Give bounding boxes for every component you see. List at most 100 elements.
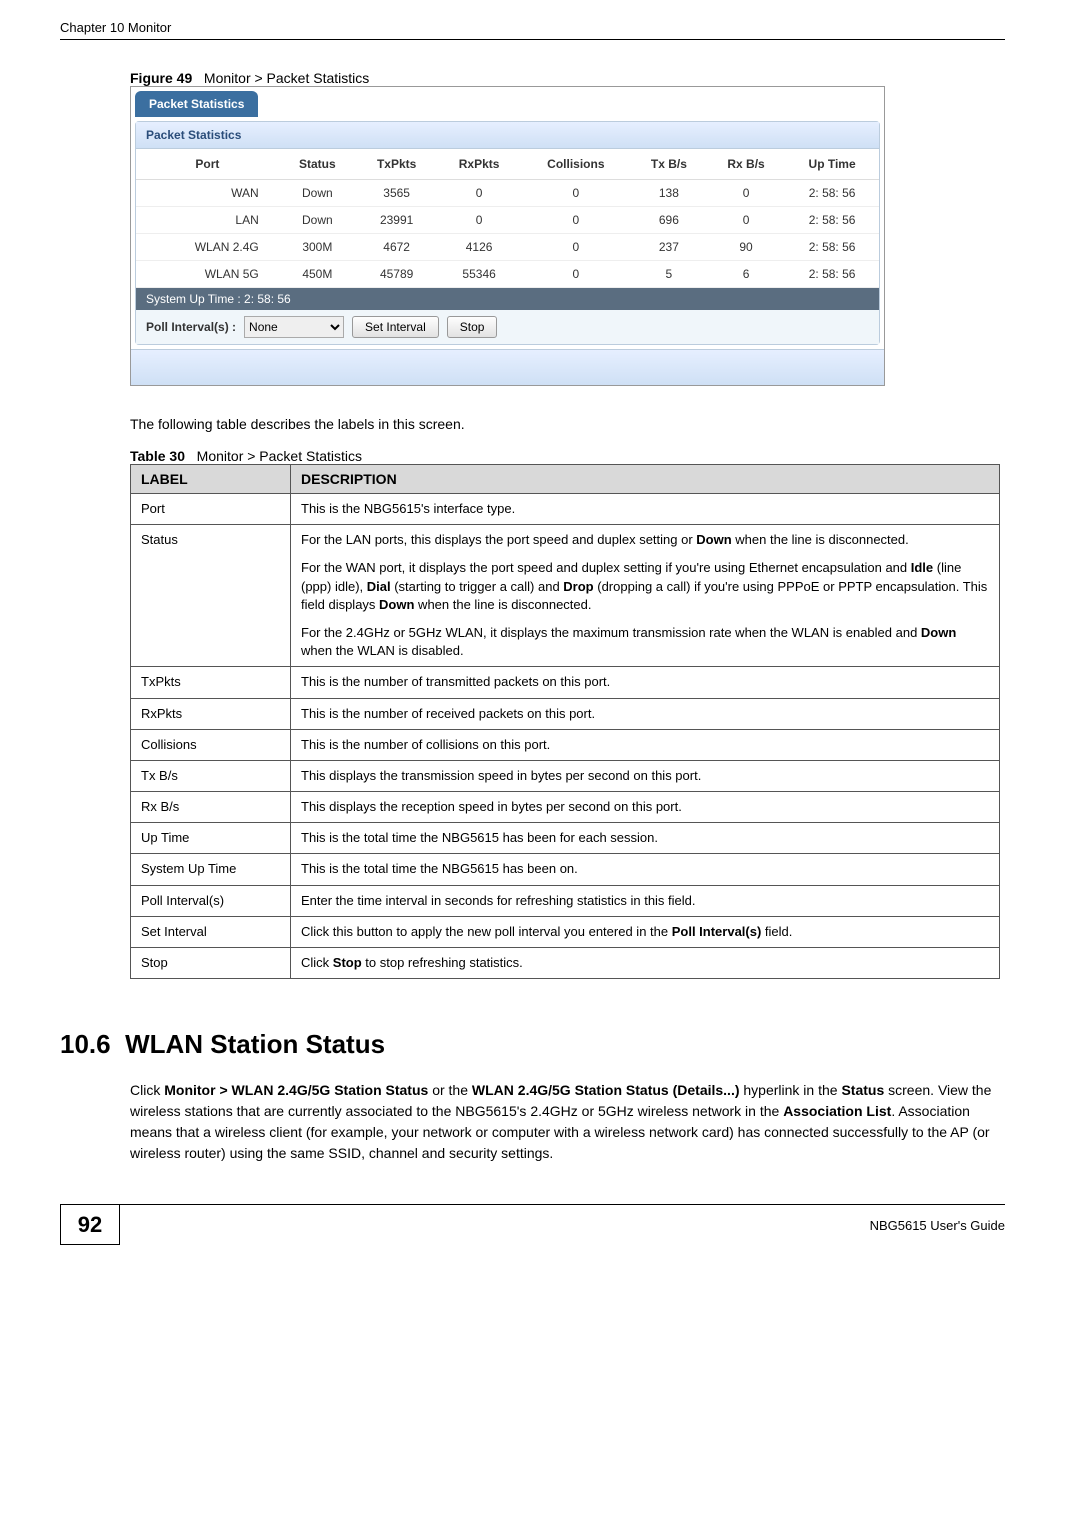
table-row: TxPktsThis is the number of transmitted … [131,667,1000,698]
figure-caption: Figure 49 Monitor > Packet Statistics [130,70,1005,86]
table-caption: Table 30 Monitor > Packet Statistics [130,448,1005,464]
col-uptime: Up Time [785,149,879,180]
table-row: CollisionsThis is the number of collisio… [131,729,1000,760]
table-row: Poll Interval(s)Enter the time interval … [131,885,1000,916]
section-number: 10.6 [60,1029,111,1059]
table-cell: 696 [631,207,707,234]
desc-label-cell: Stop [131,948,291,979]
col-rxbs: Rx B/s [707,149,785,180]
desc-text-cell: This is the number of received packets o… [291,698,1000,729]
description-table: LABEL DESCRIPTION PortThis is the NBG561… [130,464,1000,979]
desc-label-cell: Poll Interval(s) [131,885,291,916]
table-row: Tx B/sThis displays the transmission spe… [131,760,1000,791]
table-cell: 2: 58: 56 [785,207,879,234]
figure-title: Monitor > Packet Statistics [204,70,369,86]
section-title: WLAN Station Status [125,1029,385,1059]
desc-label-cell: Tx B/s [131,760,291,791]
desc-text-cell: This is the total time the NBG5615 has b… [291,854,1000,885]
table-cell: 0 [707,180,785,207]
col-txpkts: TxPkts [356,149,437,180]
table-row: PortThis is the NBG5615's interface type… [131,494,1000,525]
page-footer: 92 NBG5615 User's Guide [60,1204,1005,1245]
table-cell: WLAN 2.4G [136,234,279,261]
desc-text-cell: For the LAN ports, this displays the por… [291,525,1000,667]
table-cell: 0 [521,207,631,234]
poll-label: Poll Interval(s) : [146,320,236,334]
table-cell: Down [279,207,356,234]
table-cell: 2: 58: 56 [785,261,879,288]
desc-head-label: LABEL [131,465,291,494]
tab-packet-statistics[interactable]: Packet Statistics [135,91,258,117]
desc-label-cell: System Up Time [131,854,291,885]
control-row: Poll Interval(s) : None Set Interval Sto… [136,310,879,344]
table-cell: 0 [521,234,631,261]
table-cell: 4672 [356,234,437,261]
col-collisions: Collisions [521,149,631,180]
section-body: Click Monitor > WLAN 2.4G/5G Station Sta… [130,1080,1005,1164]
figure-label: Figure 49 [130,70,192,86]
table-cell: 4126 [437,234,521,261]
table-row: WANDown35650013802: 58: 56 [136,180,879,207]
table-cell: 0 [437,180,521,207]
header-rule [60,39,1005,40]
stop-button[interactable]: Stop [447,316,498,338]
desc-label-cell: Rx B/s [131,792,291,823]
desc-text-cell: This displays the transmission speed in … [291,760,1000,791]
table-cell: 0 [437,207,521,234]
table-cell: 0 [521,261,631,288]
guide-name: NBG5615 User's Guide [870,1218,1005,1233]
table-cell: LAN [136,207,279,234]
table-row: System Up TimeThis is the total time the… [131,854,1000,885]
section-heading: 10.6 WLAN Station Status [60,1029,1005,1060]
desc-label-cell: Status [131,525,291,667]
desc-text-cell: Click Stop to stop refreshing statistics… [291,948,1000,979]
table-row: StatusFor the LAN ports, this displays t… [131,525,1000,667]
table-row: Up TimeThis is the total time the NBG561… [131,823,1000,854]
table-cell: 2: 58: 56 [785,234,879,261]
table-row: StopClick Stop to stop refreshing statis… [131,948,1000,979]
desc-text-cell: Click this button to apply the new poll … [291,916,1000,947]
table-cell: 5 [631,261,707,288]
col-txbs: Tx B/s [631,149,707,180]
desc-text-cell: This is the NBG5615's interface type. [291,494,1000,525]
desc-text-cell: This is the total time the NBG5615 has b… [291,823,1000,854]
intro-text: The following table describes the labels… [130,416,1005,432]
panel-title: Packet Statistics [136,122,879,149]
table-cell: 300M [279,234,356,261]
stat-header-row: Port Status TxPkts RxPkts Collisions Tx … [136,149,879,180]
panel-packet-statistics: Packet Statistics Port Status TxPkts RxP… [135,121,880,345]
table-cell: WAN [136,180,279,207]
table-cell: 55346 [437,261,521,288]
desc-text-cell: This is the number of transmitted packet… [291,667,1000,698]
table-row: Set IntervalClick this button to apply t… [131,916,1000,947]
stat-table: Port Status TxPkts RxPkts Collisions Tx … [136,149,879,288]
table-row: LANDown239910069602: 58: 56 [136,207,879,234]
col-status: Status [279,149,356,180]
table-row: Rx B/sThis displays the reception speed … [131,792,1000,823]
poll-interval-select[interactable]: None [244,316,344,338]
desc-text-cell: This displays the reception speed in byt… [291,792,1000,823]
set-interval-button[interactable]: Set Interval [352,316,439,338]
page-number: 92 [60,1205,120,1245]
chapter-header: Chapter 10 Monitor [60,20,1005,35]
desc-label-cell: TxPkts [131,667,291,698]
table-cell: 45789 [356,261,437,288]
desc-label-cell: Up Time [131,823,291,854]
desc-label-cell: Port [131,494,291,525]
table-cell: 90 [707,234,785,261]
panel-footer-strip [131,349,884,385]
desc-label-cell: Collisions [131,729,291,760]
desc-text-cell: Enter the time interval in seconds for r… [291,885,1000,916]
col-port: Port [136,149,279,180]
table-cell: 2: 58: 56 [785,180,879,207]
table-cell: 0 [521,180,631,207]
table-cell: WLAN 5G [136,261,279,288]
packet-stats-screenshot: Packet Statistics Packet Statistics Port… [130,86,885,386]
table-cell: 0 [707,207,785,234]
table-cell: 138 [631,180,707,207]
table-label: Table 30 [130,448,185,464]
table-row: RxPktsThis is the number of received pac… [131,698,1000,729]
system-uptime-row: System Up Time : 2: 58: 56 [136,288,879,310]
table-row: WLAN 5G450M45789553460562: 58: 56 [136,261,879,288]
table-cell: 6 [707,261,785,288]
